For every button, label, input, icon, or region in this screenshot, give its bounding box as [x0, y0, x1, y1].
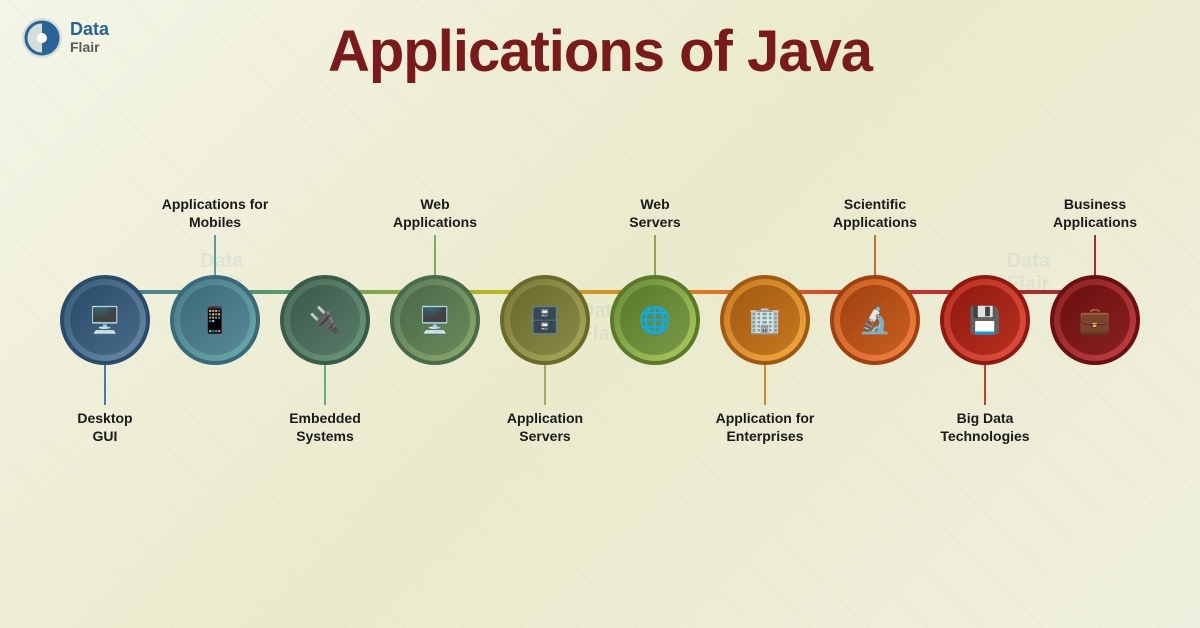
- connector-below-8: [984, 365, 986, 405]
- logo-text: Data Flair: [70, 20, 109, 55]
- node-scientific-apps: ScientificApplications 🔬: [820, 175, 930, 465]
- circle-7: 🔬: [830, 275, 920, 365]
- circle-8: 💾: [940, 275, 1030, 365]
- label-below-4: ApplicationServers: [507, 405, 583, 465]
- logo-icon: [20, 16, 64, 60]
- label-above-1: Applications forMobiles: [162, 175, 269, 235]
- label-below-2: EmbeddedSystems: [289, 405, 361, 465]
- circle-1: 📱: [170, 275, 260, 365]
- node-business-apps: BusinessApplications 💼: [1040, 175, 1150, 465]
- circle-inner-3: 🖥️: [400, 285, 470, 355]
- circle-3: 🖥️: [390, 275, 480, 365]
- circle-4: 🗄️: [500, 275, 590, 365]
- label-below-6: Application forEnterprises: [716, 405, 815, 465]
- icon-scientific: 🔬: [859, 305, 891, 336]
- logo-flair-label: Flair: [70, 40, 109, 55]
- icon-web-servers: 🌐: [639, 305, 671, 336]
- node-app-servers: 🗄️ ApplicationServers: [490, 175, 600, 465]
- nodes-container: 🖥️ DesktopGUI Applications forMobiles 📱: [30, 105, 1170, 535]
- circle-inner-6: 🏢: [730, 285, 800, 355]
- circle-inner-2: 🔌: [290, 285, 360, 355]
- label-above-9: BusinessApplications: [1053, 175, 1137, 235]
- node-big-data: 💾 Big DataTechnologies: [930, 175, 1040, 465]
- icon-app-servers: 🗄️: [529, 305, 561, 336]
- connector-below-4: [544, 365, 546, 405]
- icon-mobile: 📱: [199, 305, 231, 336]
- page-title: Applications of Java: [0, 0, 1200, 85]
- label-above-5: WebServers: [629, 175, 680, 235]
- connector-below-6: [764, 365, 766, 405]
- connector-above-9: [1094, 235, 1096, 275]
- icon-enterprise: 🏢: [749, 305, 781, 336]
- logo-data-label: Data: [70, 20, 109, 40]
- label-above-7: ScientificApplications: [833, 175, 917, 235]
- icon-desktop: 🖥️: [89, 305, 121, 336]
- connector-below-2: [324, 365, 326, 405]
- circle-6: 🏢: [720, 275, 810, 365]
- node-mobile-apps: Applications forMobiles 📱: [160, 175, 270, 465]
- icon-business: 💼: [1079, 305, 1111, 336]
- circle-0: 🖥️: [60, 275, 150, 365]
- node-web-apps: WebApplications 🖥️: [380, 175, 490, 465]
- icon-web-apps: 🖥️: [419, 305, 451, 336]
- label-below-8: Big DataTechnologies: [940, 405, 1029, 465]
- circle-inner-7: 🔬: [840, 285, 910, 355]
- circle-inner-0: 🖥️: [70, 285, 140, 355]
- circle-inner-1: 📱: [180, 285, 250, 355]
- circle-inner-5: 🌐: [620, 285, 690, 355]
- connector-below-0: [104, 365, 106, 405]
- logo: Data Flair: [20, 16, 109, 60]
- circle-2: 🔌: [280, 275, 370, 365]
- label-above-3: WebApplications: [393, 175, 477, 235]
- icon-big-data: 💾: [969, 305, 1001, 336]
- label-below-0: DesktopGUI: [77, 405, 132, 465]
- connector-above-1: [214, 235, 216, 275]
- circle-inner-9: 💼: [1060, 285, 1130, 355]
- node-embedded-systems: 🔌 EmbeddedSystems: [270, 175, 380, 465]
- main-container: Data Flair Applications of Java DataFlai…: [0, 0, 1200, 628]
- timeline: 🖥️ DesktopGUI Applications forMobiles 📱: [30, 105, 1170, 535]
- connector-above-5: [654, 235, 656, 275]
- circle-inner-8: 💾: [950, 285, 1020, 355]
- circle-inner-4: 🗄️: [510, 285, 580, 355]
- connector-above-7: [874, 235, 876, 275]
- node-desktop-gui: 🖥️ DesktopGUI: [50, 175, 160, 465]
- circle-9: 💼: [1050, 275, 1140, 365]
- circle-5: 🌐: [610, 275, 700, 365]
- node-enterprise-apps: 🏢 Application forEnterprises: [710, 175, 820, 465]
- icon-embedded: 🔌: [309, 305, 341, 336]
- connector-above-3: [434, 235, 436, 275]
- node-web-servers: WebServers 🌐: [600, 175, 710, 465]
